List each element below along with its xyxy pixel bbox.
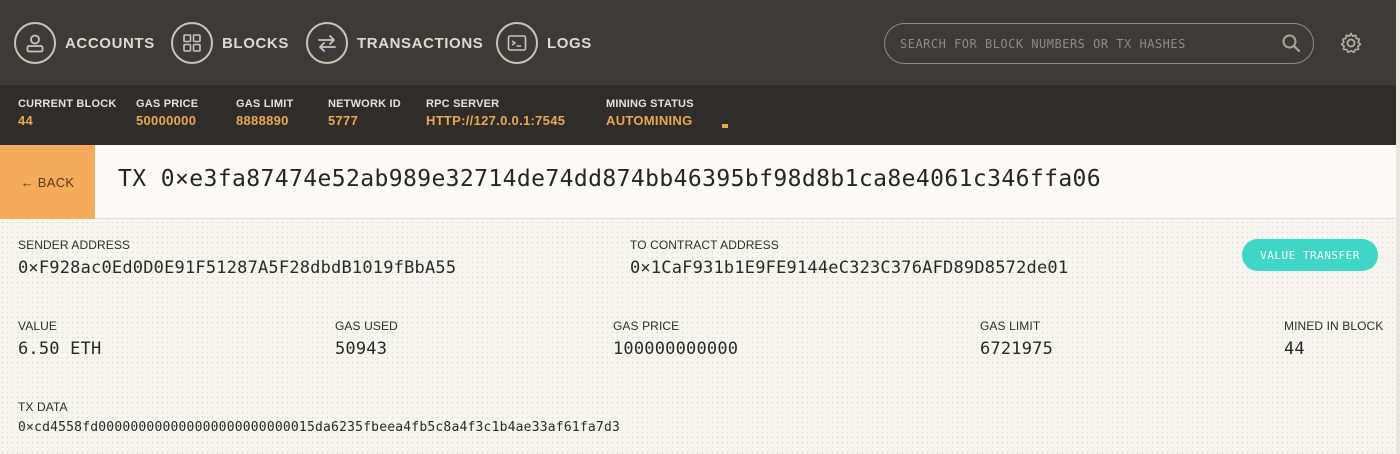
value-transfer-badge: VALUE TRANSFER bbox=[1242, 239, 1378, 271]
status-bar: CURRENT BLOCK 44 GAS PRICE 50000000 GAS … bbox=[0, 85, 1400, 145]
stat-value: AUTOMINING bbox=[606, 113, 693, 128]
gas-used-label: GAS USED bbox=[335, 319, 398, 333]
top-navigation: ACCOUNTS BLOCKS TRANSACTIONS LOGS SEARCH… bbox=[0, 0, 1400, 85]
gas-limit-field: GAS LIMIT 6721975 bbox=[980, 319, 1053, 359]
value-amount: 6.50 ETH bbox=[18, 339, 102, 359]
stat-label: GAS LIMIT bbox=[236, 98, 294, 110]
search-box bbox=[884, 23, 1314, 64]
nav-logs-label: LOGS bbox=[547, 34, 592, 52]
stat-label: MINING STATUS bbox=[606, 98, 694, 110]
stat-network-id: NETWORK ID 5777 bbox=[328, 98, 401, 128]
tx-data-label: TX DATA bbox=[18, 400, 68, 414]
terminal-icon bbox=[496, 22, 538, 64]
stat-label: NETWORK ID bbox=[328, 98, 401, 110]
blocks-grid-icon bbox=[171, 22, 213, 64]
stat-gas-limit: GAS LIMIT 8888890 bbox=[236, 98, 293, 128]
stat-label: RPC SERVER bbox=[426, 98, 500, 110]
stat-value: 5777 bbox=[328, 113, 359, 128]
search-icon[interactable] bbox=[1281, 33, 1301, 58]
to-address-value: 0×1CaF931b1E9FE9144eC323C376AFD89D8572de… bbox=[630, 258, 1069, 278]
stat-label: GAS PRICE bbox=[136, 98, 199, 110]
to-address-label: TO CONTRACT ADDRESS bbox=[630, 238, 779, 252]
stat-rpc-server: RPC SERVER HTTP://127.0.0.1:7545 bbox=[426, 98, 565, 128]
stat-label: CURRENT BLOCK bbox=[18, 98, 117, 110]
account-icon bbox=[14, 22, 56, 64]
mined-in-block-value[interactable]: 44 bbox=[1284, 339, 1383, 359]
to-address-field: TO CONTRACT ADDRESS 0×1CaF931b1E9FE9144e… bbox=[630, 238, 1068, 278]
gas-price-field: GAS PRICE 100000000000 bbox=[613, 319, 738, 359]
sender-address-value: 0×F928ac0Ed0D0E91F51287A5F28dbdB1019fBbA… bbox=[18, 258, 457, 278]
value-field: VALUE 6.50 ETH bbox=[18, 319, 101, 359]
nav-accounts[interactable]: ACCOUNTS bbox=[14, 22, 155, 64]
gear-icon[interactable] bbox=[1339, 31, 1363, 60]
nav-blocks-label: BLOCKS bbox=[222, 34, 289, 52]
stat-value: 50000000 bbox=[136, 113, 197, 128]
scrollbar[interactable] bbox=[1396, 0, 1400, 454]
mining-activity-indicator bbox=[722, 124, 728, 128]
search-input[interactable] bbox=[900, 28, 1285, 59]
gas-limit-value: 6721975 bbox=[980, 339, 1054, 359]
nav-accounts-label: ACCOUNTS bbox=[65, 34, 155, 52]
gas-price-value: 100000000000 bbox=[613, 339, 739, 359]
gas-price-label: GAS PRICE bbox=[613, 319, 680, 333]
value-label: VALUE bbox=[18, 319, 57, 333]
stat-value: HTTP://127.0.0.1:7545 bbox=[426, 113, 566, 128]
tx-details: SENDER ADDRESS 0×F928ac0Ed0D0E91F51287A5… bbox=[0, 220, 1396, 454]
tx-data-value: 0×cd4558fd000000000000000000000000015da6… bbox=[18, 420, 620, 435]
stat-mining-status: MINING STATUS AUTOMINING bbox=[606, 98, 694, 128]
stat-gas-price: GAS PRICE 50000000 bbox=[136, 98, 198, 128]
stat-value: 44 bbox=[18, 113, 34, 128]
stat-current-block: CURRENT BLOCK 44 bbox=[18, 98, 117, 128]
gas-used-value: 50943 bbox=[335, 339, 388, 359]
tx-data-field: TX DATA 0×cd4558fd0000000000000000000000… bbox=[18, 400, 620, 435]
page-title: TX 0×e3fa87474e52ab989e32714de74dd874bb4… bbox=[118, 166, 1102, 192]
nav-logs[interactable]: LOGS bbox=[496, 22, 592, 64]
nav-transactions[interactable]: TRANSACTIONS bbox=[306, 22, 483, 64]
sender-address-field: SENDER ADDRESS 0×F928ac0Ed0D0E91F51287A5… bbox=[18, 238, 456, 278]
mined-in-block-field: MINED IN BLOCK 44 bbox=[1284, 319, 1383, 359]
gas-limit-label: GAS LIMIT bbox=[980, 319, 1041, 333]
nav-blocks[interactable]: BLOCKS bbox=[171, 22, 289, 64]
stat-value: 8888890 bbox=[236, 113, 289, 128]
tx-header: ← BACK TX 0×e3fa87474e52ab989e32714de74d… bbox=[0, 145, 1400, 219]
nav-transactions-label: TRANSACTIONS bbox=[357, 34, 484, 52]
mined-in-block-label: MINED IN BLOCK bbox=[1284, 319, 1384, 333]
back-button[interactable]: ← BACK bbox=[0, 145, 95, 219]
transfer-arrows-icon bbox=[306, 22, 348, 64]
sender-address-label: SENDER ADDRESS bbox=[18, 238, 131, 252]
gas-used-field: GAS USED 50943 bbox=[335, 319, 398, 359]
